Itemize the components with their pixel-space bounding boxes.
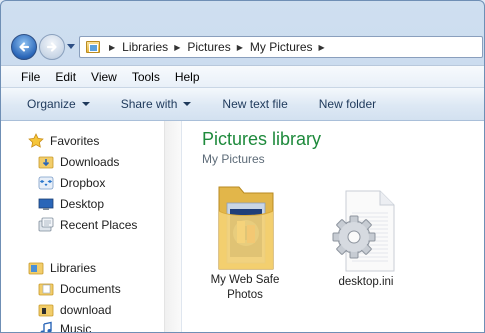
breadcrumb-libraries[interactable]: Libraries	[122, 40, 168, 54]
file-item-my-web-safe-photos[interactable]: My Web Safe Photos	[205, 181, 285, 303]
settings-file-icon	[332, 190, 395, 272]
library-subtitle: My Pictures	[202, 152, 265, 166]
nav-libraries-label: Libraries	[50, 261, 97, 275]
nav-item-label: Dropbox	[60, 176, 106, 190]
music-library-icon	[40, 321, 52, 332]
back-button[interactable]	[11, 34, 37, 60]
forward-arrow-icon	[46, 42, 57, 52]
navigation-scrollbar[interactable]	[164, 121, 181, 332]
breadcrumb-separator-icon[interactable]: ▶	[174, 43, 180, 52]
recent-pages-chevron-down-icon[interactable]	[67, 42, 75, 50]
file-name: My Web Safe	[210, 274, 280, 286]
nav-item-label: Documents	[60, 282, 121, 296]
content-area: Favorites Downloads Dropbox Desktop Rece…	[1, 121, 484, 333]
nav-item-documents[interactable]: Documents	[38, 281, 121, 297]
nav-item-desktop[interactable]: Desktop	[38, 196, 104, 212]
menu-view[interactable]: View	[91, 70, 117, 84]
dropbox-icon	[38, 176, 54, 190]
breadcrumb-separator-icon[interactable]: ▶	[109, 43, 115, 52]
new-folder-button[interactable]: New folder	[319, 97, 376, 111]
menu-tools[interactable]: Tools	[132, 70, 160, 84]
breadcrumb-my-pictures[interactable]: My Pictures	[250, 40, 313, 54]
back-arrow-icon	[19, 42, 30, 52]
share-with-label: Share with	[120, 97, 178, 111]
star-icon	[28, 133, 44, 148]
new-text-file-button[interactable]: New text file	[222, 97, 287, 111]
desktop-icon	[38, 198, 54, 210]
forward-button[interactable]	[39, 34, 65, 60]
download-library-icon	[38, 304, 54, 317]
library-title: Pictures library	[202, 129, 322, 149]
nav-item-downloads[interactable]: Downloads	[38, 154, 119, 170]
nav-item-label: Desktop	[60, 197, 105, 211]
explorer-window: ▶ Libraries ▶ Pictures ▶ My Pictures ▶ F…	[0, 0, 485, 333]
file-list-pane: Pictures library My Pictures My Web Safe…	[183, 121, 484, 332]
file-name: desktop.ini	[338, 276, 394, 288]
nav-favorites-label: Favorites	[50, 134, 100, 148]
organize-label: Organize	[27, 97, 76, 111]
pictures-library-icon	[86, 41, 100, 53]
breadcrumb-separator-icon[interactable]: ▶	[319, 43, 325, 52]
nav-item-recent-places[interactable]: Recent Places	[38, 217, 137, 233]
organize-button[interactable]: Organize	[27, 97, 90, 111]
libraries-icon	[28, 262, 44, 275]
address-bar[interactable]: ▶ Libraries ▶ Pictures ▶ My Pictures ▶	[79, 36, 483, 58]
file-item-desktop-ini[interactable]: desktop.ini	[324, 187, 408, 290]
nav-item-label: Downloads	[60, 155, 120, 169]
nav-item-dropbox[interactable]: Dropbox	[38, 175, 105, 191]
chevron-down-icon	[81, 102, 90, 106]
recent-places-icon	[38, 217, 54, 232]
nav-item-label: Music	[60, 322, 92, 333]
menu-bar: File Edit View Tools Help	[1, 65, 484, 88]
nav-item-label: download	[60, 303, 112, 317]
command-bar: Organize Share with New text file New fo…	[1, 88, 484, 121]
share-with-button[interactable]: Share with	[121, 97, 192, 111]
documents-library-icon	[38, 283, 54, 296]
downloads-folder-icon	[38, 156, 54, 169]
file-name-line2: Photos	[227, 289, 263, 301]
nav-libraries-header[interactable]: Libraries	[28, 260, 96, 276]
menu-edit[interactable]: Edit	[55, 70, 76, 84]
menu-file[interactable]: File	[21, 70, 40, 84]
address-row: ▶ Libraries ▶ Pictures ▶ My Pictures ▶	[1, 1, 484, 65]
nav-favorites-header[interactable]: Favorites	[28, 133, 99, 149]
nav-item-music[interactable]: Music	[38, 321, 92, 333]
folder-icon	[218, 186, 274, 270]
breadcrumb-pictures[interactable]: Pictures	[187, 40, 230, 54]
breadcrumb-separator-icon[interactable]: ▶	[237, 43, 243, 52]
nav-item-label: Recent Places	[60, 218, 138, 232]
menu-help[interactable]: Help	[175, 70, 200, 84]
chevron-down-icon	[183, 102, 192, 106]
navigation-pane: Favorites Downloads Dropbox Desktop Rece…	[1, 121, 182, 333]
nav-item-download[interactable]: download	[38, 302, 111, 318]
